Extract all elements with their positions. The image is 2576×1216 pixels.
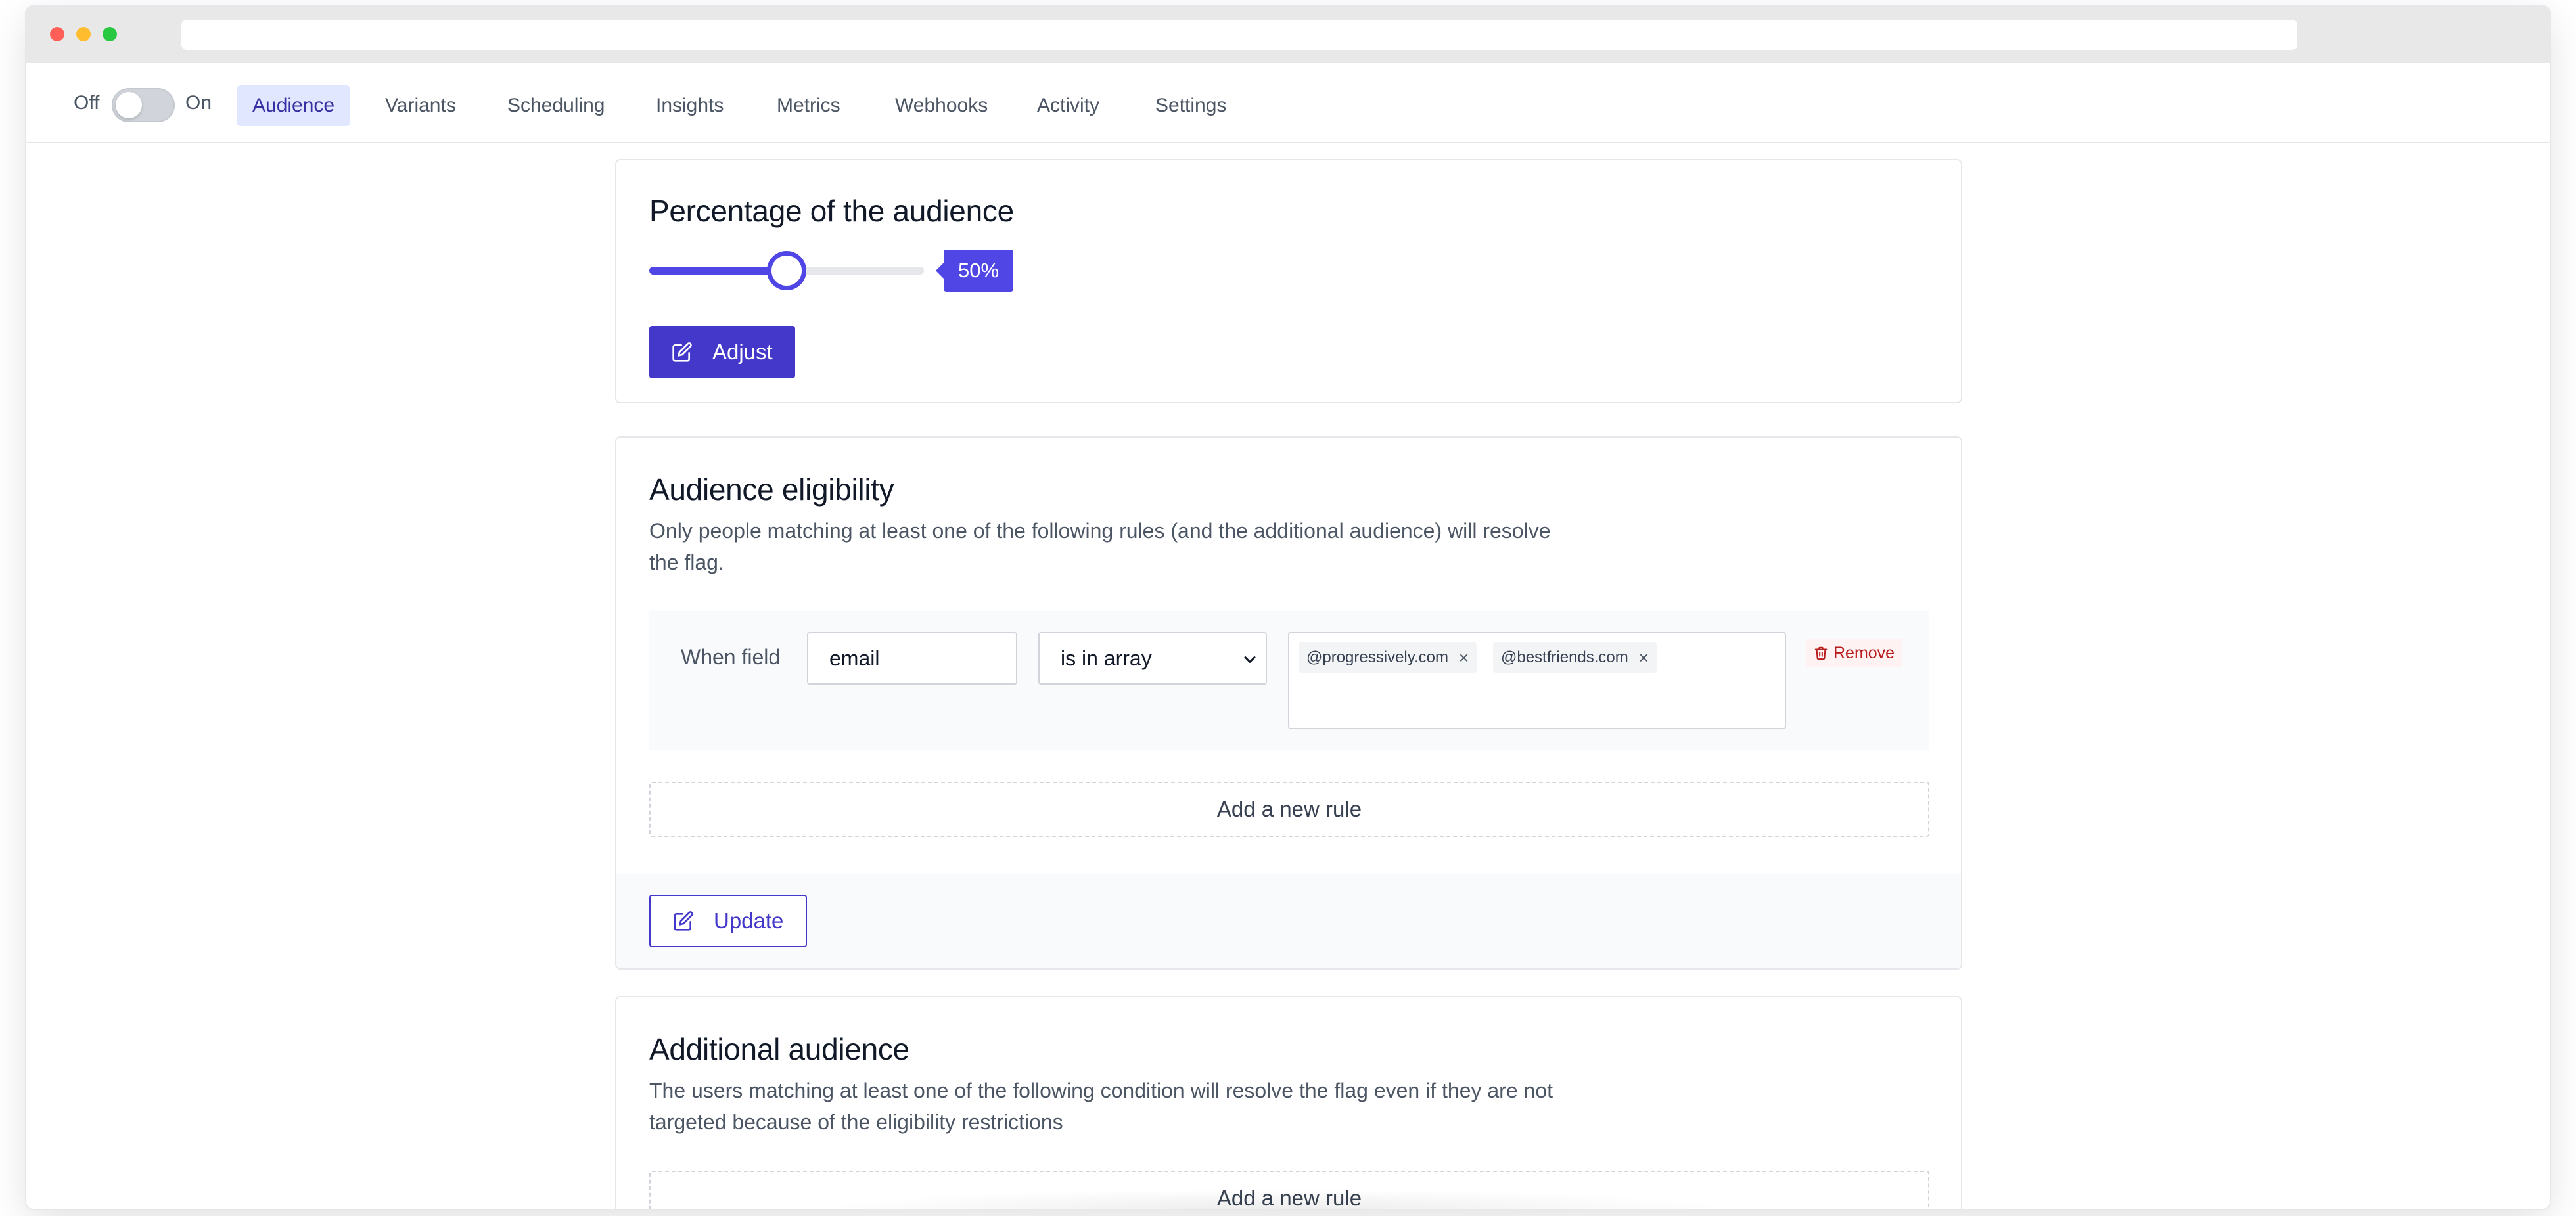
additional-audience-card: Additional audience The users matching a… [615, 996, 1962, 1209]
eligibility-footer: Update [616, 874, 1961, 968]
remove-tag-icon[interactable]: × [1639, 642, 1649, 673]
adjust-button[interactable]: Adjust [649, 326, 795, 378]
maximize-window-button[interactable] [103, 27, 117, 41]
remove-rule-button[interactable]: Remove [1806, 639, 1903, 667]
value-tag-label: @progressively.com [1306, 648, 1448, 666]
scroll-shadow [815, 1189, 1735, 1209]
toggle-knob [116, 92, 142, 118]
rule-values-input[interactable]: @progressively.com × @bestfriends.com × [1288, 632, 1786, 729]
value-tag: @progressively.com × [1299, 642, 1477, 673]
close-window-button[interactable] [50, 27, 64, 41]
flag-navbar: Off On Audience Variants Scheduling Insi… [26, 63, 2550, 143]
additional-title: Additional audience [649, 1032, 909, 1066]
percentage-value-badge: 50% [935, 250, 1014, 292]
percentage-slider-fill [649, 267, 787, 275]
value-tag: @bestfriends.com × [1493, 642, 1657, 673]
edit-icon [674, 911, 693, 931]
tab-variants[interactable]: Variants [369, 85, 472, 126]
browser-window: Off On Audience Variants Scheduling Insi… [26, 7, 2550, 1209]
tab-metrics[interactable]: Metrics [761, 85, 856, 126]
remove-tag-icon[interactable]: × [1459, 642, 1469, 673]
rule-when-label: When field [681, 645, 781, 669]
percentage-card: Percentage of the audience 50% Adjust [615, 159, 1962, 403]
eligibility-title: Audience eligibility [649, 472, 894, 507]
trash-icon [1814, 646, 1828, 660]
tab-webhooks[interactable]: Webhooks [879, 85, 1003, 126]
flag-status-toggle[interactable] [112, 88, 175, 122]
tab-audience[interactable]: Audience [237, 85, 351, 126]
edit-icon [672, 342, 692, 362]
update-button-label: Update [714, 909, 784, 933]
tab-scheduling[interactable]: Scheduling [492, 85, 620, 126]
value-tag-label: @bestfriends.com [1501, 648, 1628, 666]
minimize-window-button[interactable] [76, 27, 91, 41]
eligibility-description: Only people matching at least one of the… [649, 519, 1551, 574]
percentage-title: Percentage of the audience [649, 194, 1014, 228]
remove-rule-label: Remove [1833, 643, 1895, 662]
adjust-button-label: Adjust [712, 340, 773, 364]
rule-operator-value: is in array [1061, 646, 1152, 670]
rule-operator-select[interactable]: is in array [1038, 632, 1267, 685]
toggle-off-label: Off [74, 92, 100, 114]
address-bar[interactable] [181, 20, 2297, 50]
eligibility-rule: When field email is in array @progressiv… [649, 611, 1929, 750]
percentage-slider-thumb[interactable] [767, 251, 806, 290]
add-eligibility-rule-button[interactable]: Add a new rule [649, 782, 1929, 837]
tab-insights[interactable]: Insights [640, 85, 739, 126]
tab-settings[interactable]: Settings [1139, 85, 1242, 126]
additional-description: The users matching at least one of the f… [649, 1079, 1553, 1134]
tab-activity[interactable]: Activity [1021, 85, 1115, 126]
toggle-on-label: On [185, 92, 212, 114]
eligibility-card: Audience eligibility Only people matchin… [615, 436, 1962, 970]
chevron-down-icon [1244, 656, 1256, 663]
rule-field-input[interactable]: email [807, 632, 1017, 685]
update-button[interactable]: Update [649, 895, 808, 947]
window-titlebar [26, 7, 2550, 63]
